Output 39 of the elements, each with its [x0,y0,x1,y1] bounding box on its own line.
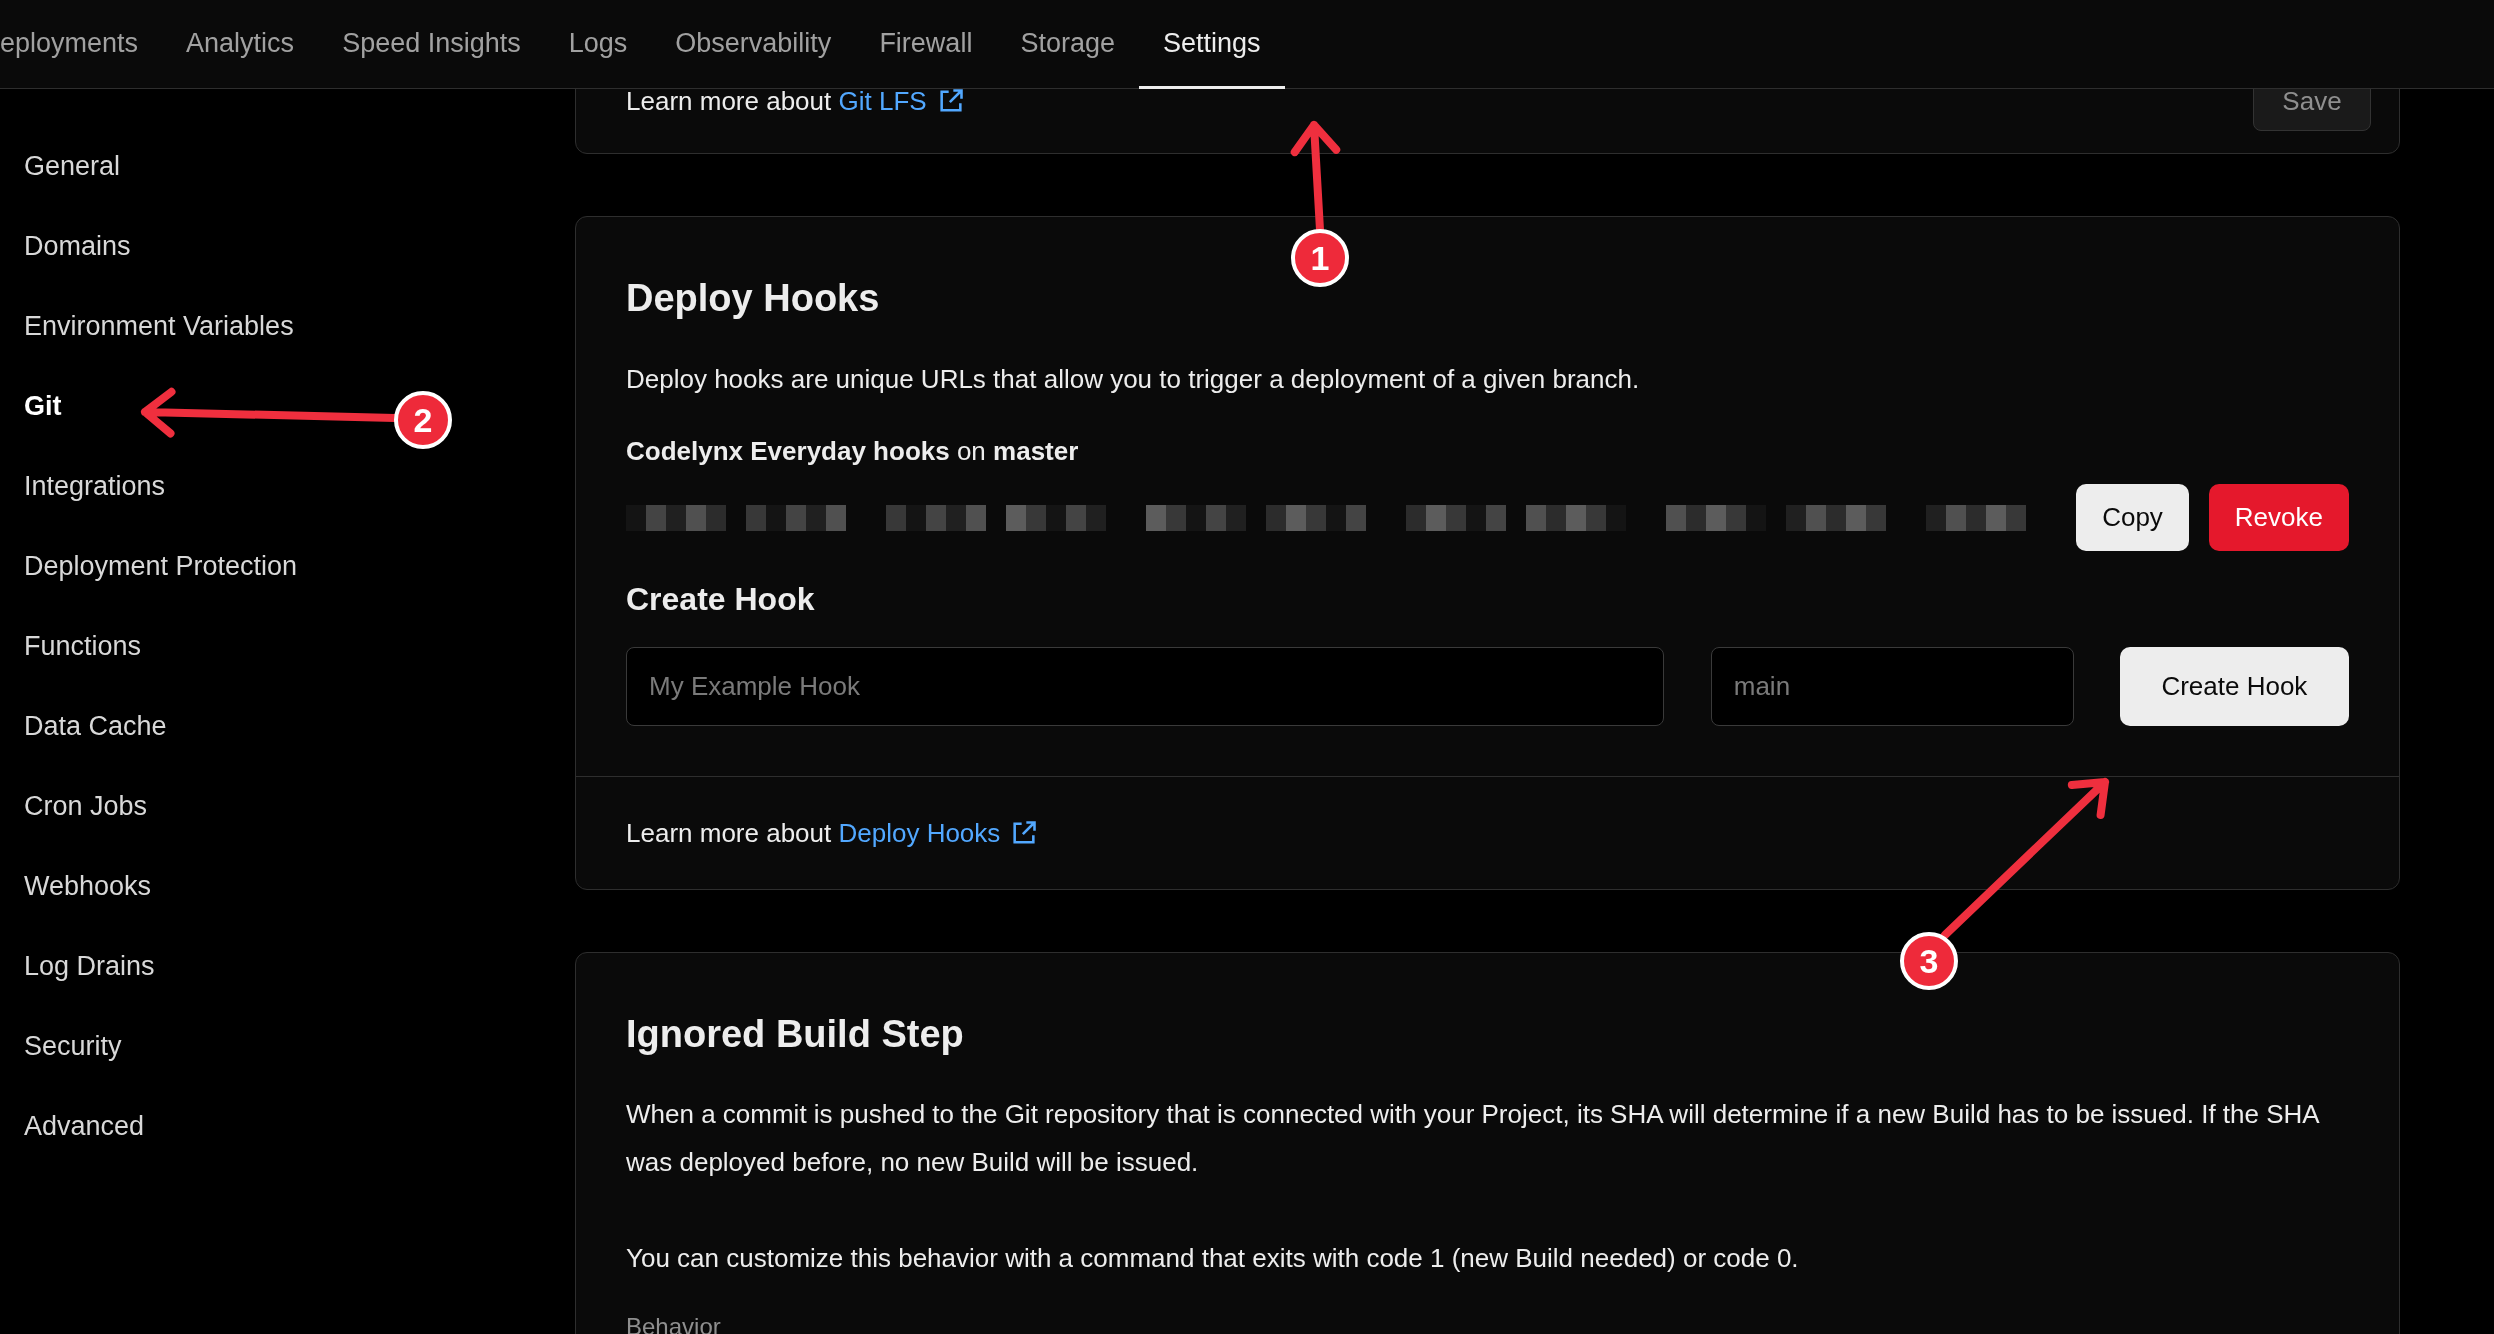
external-link-icon[interactable] [1010,819,1039,847]
sidebar-item[interactable]: Data Cache [24,710,167,742]
subsection-title: Create Hook [626,580,816,619]
sidebar-item[interactable]: Functions [24,630,142,662]
docs-link[interactable]: Git LFS [838,89,927,116]
branch-field[interactable]: main [1710,647,2074,726]
sidebar-item[interactable]: Security [24,1030,122,1062]
create-hook-button[interactable]: Create Hook [2119,647,2349,726]
sidebar-item[interactable]: Log Drains [24,950,155,982]
sidebar-item[interactable]: Webhooks [24,870,152,902]
sidebar-item[interactable]: Deployment Protection [24,550,298,582]
copy-button[interactable]: Copy [2076,484,2189,551]
sidebar-item[interactable]: Git [24,390,62,422]
nav-tab[interactable]: eployments [0,0,163,89]
learn-more-text: Learn more about Deploy Hooks [626,817,1001,849]
nav-tab[interactable]: Firewall [855,0,997,89]
sidebar-item[interactable]: Domains [24,230,131,262]
sidebar-item[interactable]: General [24,150,121,182]
hook-name: Codelynx Everyday hooks on master [626,435,1080,468]
section-title: Deploy Hooks [626,276,881,321]
sidebar-item[interactable]: Cron Jobs [24,790,148,822]
description-text: When a commit is pushed to the Git repository that is connected with your Project, its SHA will determine if a new Build has to be issued. If the SHA was deployed before, no new Build will be issued. [626,1098,2320,1179]
docs-link[interactable]: Deploy Hooks [838,817,1001,848]
sidebar-item[interactable]: Environment Variables [24,310,294,342]
description-text: Deploy hooks are unique URLs that allow you to trigger a deployment of a given branch. [626,363,1641,396]
sidebar-item[interactable]: Advanced [24,1110,145,1142]
description-text: You can customize this behavior with a command that exits with code 1 (new Build needed) or code 0. [626,1242,1800,1275]
nav-tab[interactable]: Speed Insights [318,0,545,89]
nav-tab[interactable]: Logs [544,0,652,89]
revoke-button[interactable]: Revoke [2208,484,2349,551]
annotation-badge: 2 [394,391,452,449]
sidebar-item[interactable]: Integrations [24,470,166,502]
learn-more-text: Learn more about Git LFS [626,89,927,117]
section-title: Ignored Build Step [626,1012,965,1057]
nav-tab[interactable]: Storage [996,0,1139,89]
nav-tab[interactable]: Analytics [162,0,319,89]
hook-name-field[interactable]: My Example Hook [626,647,1664,726]
nav-tab[interactable]: Observability [651,0,856,89]
annotation-badge: 3 [1900,932,1958,990]
